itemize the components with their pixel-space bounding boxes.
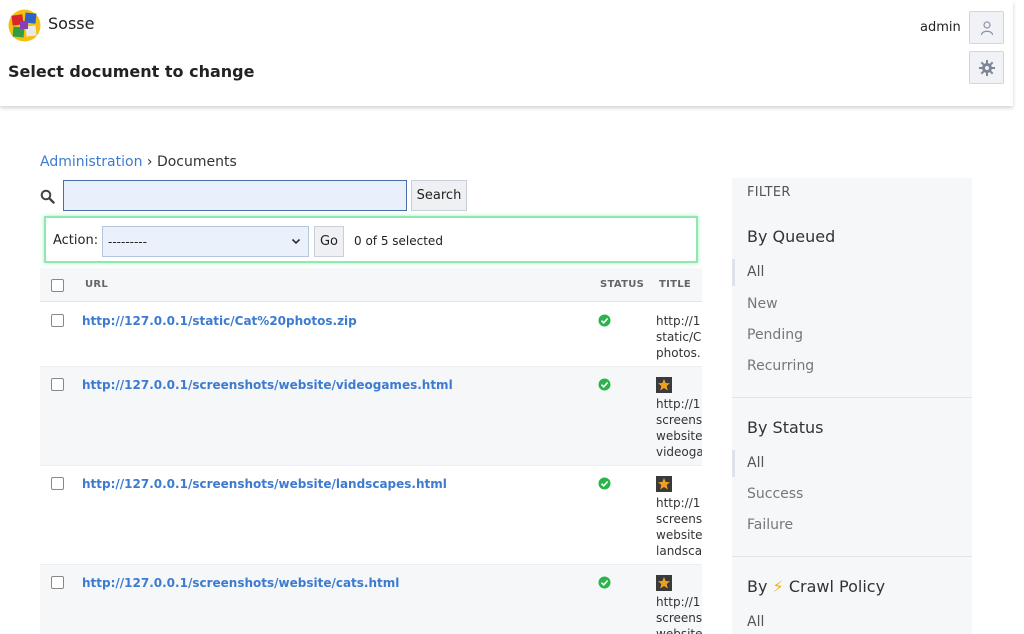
table-row: http://127.0.0.1/screenshots/website/lan…: [40, 466, 702, 565]
documents-table: URL STATUS TITLE http://127.0.0.1/static…: [40, 268, 702, 634]
column-header-status[interactable]: STATUS: [600, 279, 644, 290]
url-link[interactable]: http://127.0.0.1/screenshots/website/cat…: [82, 576, 399, 590]
title-line: screens: [656, 413, 702, 427]
actions-bar: Action: --------- Go 0 of 5 selected: [44, 216, 698, 263]
success-icon: [598, 314, 611, 327]
filter-status-success[interactable]: Success: [747, 486, 803, 502]
table-row: http://127.0.0.1/static/Cat%20photos.zip…: [40, 303, 702, 367]
title-cell: http://1 screens website landsca: [656, 476, 702, 559]
url-link[interactable]: http://127.0.0.1/screenshots/website/lan…: [82, 477, 447, 491]
filter-group-title-status: By Status: [747, 418, 824, 437]
filter-sidebar: FILTER By Queued All New Pending Recurri…: [732, 178, 972, 634]
sosse-logo-icon[interactable]: [8, 9, 41, 42]
title-line: landsca: [656, 544, 702, 558]
action-label: Action:: [53, 233, 99, 248]
title-line: website: [656, 627, 702, 634]
title-line: http://1: [656, 397, 701, 411]
filter-queued-all[interactable]: All: [747, 264, 764, 280]
filter-divider: [732, 556, 972, 557]
filter-crawl-policy-all[interactable]: All: [747, 614, 764, 630]
filter-divider: [732, 397, 972, 398]
row-checkbox[interactable]: [51, 314, 64, 327]
search-input[interactable]: [63, 180, 407, 211]
success-icon: [598, 378, 611, 391]
title-line: website: [656, 429, 702, 443]
title-line: http://1: [656, 314, 701, 328]
title-line: static/C: [656, 330, 702, 344]
column-header-url[interactable]: URL: [85, 279, 108, 290]
filter-title: FILTER: [747, 185, 791, 200]
settings-button[interactable]: [969, 51, 1004, 84]
search-button[interactable]: Search: [411, 180, 467, 211]
table-row: http://127.0.0.1/screenshots/website/cat…: [40, 565, 702, 634]
lightning-icon: ⚡: [772, 577, 784, 596]
title-line: screens: [656, 611, 702, 625]
title-line: screens: [656, 512, 702, 526]
title-line: videoga: [656, 445, 702, 459]
breadcrumb-administration-link[interactable]: Administration: [40, 154, 142, 170]
favicon-star-icon: [656, 476, 672, 492]
search-icon: [40, 189, 55, 204]
favicon-star-icon: [656, 575, 672, 591]
filter-selected-indicator: [732, 259, 735, 286]
title-line: http://1: [656, 595, 701, 609]
favicon-star-icon: [656, 377, 672, 393]
filter-queued-pending[interactable]: Pending: [747, 327, 803, 343]
selected-count: 0 of 5 selected: [354, 234, 443, 248]
title-cell: http://1 screens website videoga: [656, 377, 702, 460]
filter-group-title-rest: Crawl Policy: [788, 577, 886, 596]
app-name[interactable]: Sosse: [48, 14, 94, 33]
row-checkbox[interactable]: [51, 477, 64, 490]
url-link[interactable]: http://127.0.0.1/screenshots/website/vid…: [82, 378, 453, 392]
chevron-down-icon: [291, 238, 301, 245]
filter-queued-new[interactable]: New: [747, 296, 778, 312]
select-all-checkbox[interactable]: [51, 279, 64, 292]
table-header: URL STATUS TITLE: [40, 268, 702, 302]
column-header-title[interactable]: TITLE: [659, 279, 691, 290]
action-select[interactable]: ---------: [102, 226, 309, 257]
title-line: photos.: [656, 346, 701, 360]
filter-group-title-prefix: By: [747, 577, 768, 596]
row-checkbox[interactable]: [51, 378, 64, 391]
filter-selected-indicator: [732, 450, 735, 477]
filter-status-failure[interactable]: Failure: [747, 517, 793, 533]
page-title: Select document to change: [8, 62, 255, 81]
success-icon: [598, 477, 611, 490]
breadcrumb-separator: ›: [142, 154, 157, 170]
filter-queued-recurring[interactable]: Recurring: [747, 358, 814, 374]
url-link[interactable]: http://127.0.0.1/static/Cat%20photos.zip: [82, 314, 357, 328]
profile-button[interactable]: [969, 11, 1004, 44]
breadcrumb: Administration › Documents: [40, 154, 237, 170]
success-icon: [598, 576, 611, 589]
gear-icon: [978, 59, 995, 76]
header: Sosse Select document to change admin: [0, 0, 1013, 106]
title-cell: http://1 static/C photos.: [656, 313, 702, 361]
row-checkbox[interactable]: [51, 576, 64, 589]
action-select-value: ---------: [108, 235, 147, 249]
filter-status-all[interactable]: All: [747, 455, 764, 471]
title-line: website: [656, 528, 702, 542]
title-line: http://1: [656, 496, 701, 510]
table-row: http://127.0.0.1/screenshots/website/vid…: [40, 367, 702, 466]
user-icon: [980, 20, 993, 35]
breadcrumb-current: Documents: [156, 154, 237, 170]
filter-group-title-queued: By Queued: [747, 227, 836, 246]
filter-group-title-crawl-policy: By ⚡ Crawl Policy: [747, 577, 885, 596]
user-name: admin: [920, 20, 961, 35]
title-cell: http://1 screens website: [656, 575, 702, 634]
go-button[interactable]: Go: [314, 226, 344, 257]
